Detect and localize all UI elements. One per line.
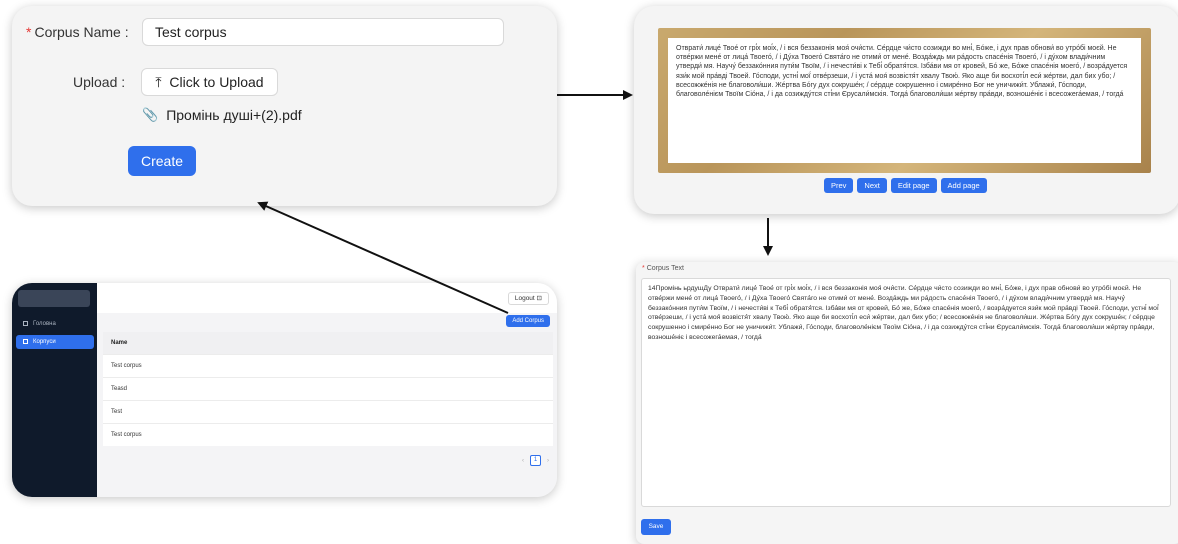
page-text: Отврати́ лице́ Твое́ от грі́х моі́х, / і… [668, 38, 1141, 163]
home-icon [23, 321, 28, 326]
next-button[interactable]: Next [857, 178, 887, 193]
uploaded-file[interactable]: 📎 Промінь душі+(2).pdf [142, 107, 302, 123]
parchment-frame: Отврати́ лице́ Твое́ от грі́х моі́х, / і… [658, 28, 1151, 173]
pager-prev-icon[interactable]: ‹ [522, 458, 524, 464]
pager-next-icon[interactable]: › [547, 458, 549, 464]
upload-label: Upload : [73, 74, 126, 90]
table-row[interactable]: Test [103, 400, 553, 423]
edit-page-button[interactable]: Edit page [890, 178, 937, 193]
pager-current-page[interactable]: 1 [530, 455, 541, 466]
pagination: ‹ 1 › [522, 455, 549, 466]
viewer-buttons: Prev Next Edit page Add page [824, 178, 987, 193]
corpus-name-label: * Corpus Name : [26, 24, 129, 40]
add-page-button[interactable]: Add page [940, 178, 987, 193]
list-main: Logout ⊡ Add Corpus Name Test corpus Tea… [97, 283, 557, 497]
create-button[interactable]: Create [128, 146, 196, 176]
corpus-list-panel: Головна Корпуси Logout ⊡ Add Corpus Name… [12, 283, 557, 497]
table-icon [23, 339, 28, 344]
corpus-name-input[interactable]: Test corpus [142, 18, 504, 46]
logo [18, 290, 90, 307]
sidebar: Головна Корпуси [12, 283, 97, 497]
add-corpus-button[interactable]: Add Corpus [506, 315, 550, 327]
upload-button[interactable]: ⤒ Click to Upload [141, 68, 278, 96]
upload-icon: ⤒ [155, 74, 162, 90]
corpus-table: Name Test corpus Teasd Test Test corpus [103, 332, 553, 446]
corpus-text-label: * Corpus Text [642, 265, 684, 272]
logout-icon: ⊡ [536, 295, 542, 302]
table-row[interactable]: Test corpus [103, 354, 553, 377]
save-button[interactable]: Save [641, 519, 671, 535]
table-row[interactable]: Test corpus [103, 423, 553, 446]
table-row[interactable]: Teasd [103, 377, 553, 400]
logout-button[interactable]: Logout ⊡ [507, 292, 549, 305]
page-viewer-panel: Отврати́ лице́ Твое́ от грі́х моі́х, / і… [634, 6, 1178, 214]
sidebar-item-corpora[interactable]: Корпуси [16, 335, 94, 349]
topbar: Logout ⊡ [97, 283, 557, 313]
table-header-name: Name [103, 332, 553, 354]
corpus-text-panel: * Corpus Text 14Промінь ьрдушДу Отврати́… [636, 262, 1178, 544]
sidebar-item-home[interactable]: Головна [16, 317, 94, 331]
create-corpus-panel: * Corpus Name : Test corpus Upload : ⤒ Cl… [12, 6, 557, 206]
file-name: Промінь душі+(2).pdf [166, 107, 302, 123]
paperclip-icon: 📎 [142, 107, 159, 122]
prev-button[interactable]: Prev [824, 178, 854, 193]
corpus-text-area[interactable]: 14Промінь ьрдушДу Отврати́ лице́ Твое́ о… [641, 278, 1171, 507]
